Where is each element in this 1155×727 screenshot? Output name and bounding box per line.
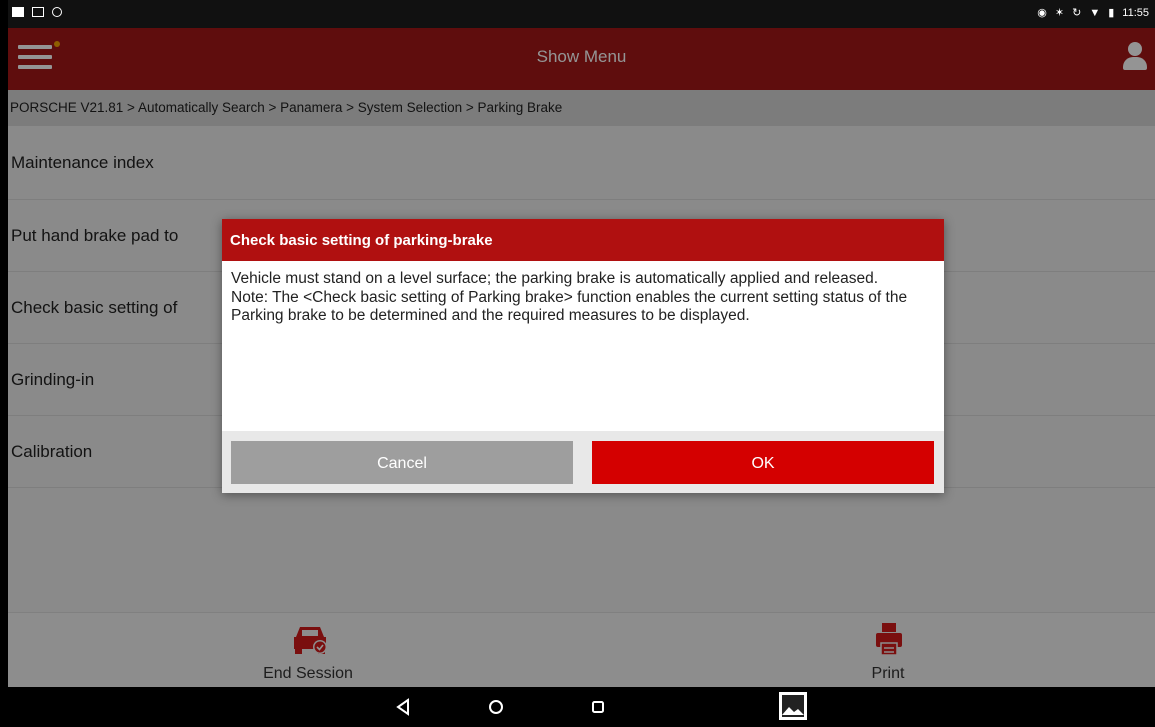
screen-icon [32,7,44,17]
dialog-message: Vehicle must stand on a level surface; t… [222,261,944,431]
bluetooth-icon: ✶ [1054,7,1065,19]
clock: 11:55 [1122,7,1149,19]
gallery-icon[interactable] [778,691,808,721]
location-icon: ◉ [1037,7,1047,19]
status-bar: ◉ ✶ ↻ ▼ ▮ 11:55 [8,0,1155,28]
recents-icon[interactable] [586,695,610,719]
status-notifications [12,7,62,17]
back-icon[interactable] [392,695,416,719]
dialog-paragraph-2: Note: The <Check basic setting of Parkin… [231,288,908,325]
confirm-dialog: Check basic setting of parking-brake Veh… [222,219,944,493]
status-indicators: ◉ ✶ ↻ ▼ ▮ 11:55 [1037,6,1149,20]
cancel-button[interactable]: Cancel [231,441,573,484]
wifi-icon: ▼ [1089,7,1101,19]
dialog-paragraph-1: Vehicle must stand on a level surface; t… [231,270,879,287]
system-nav-bar [8,687,1155,727]
usb-icon [52,7,62,17]
home-icon[interactable] [484,695,508,719]
battery-icon: ▮ [1108,7,1115,19]
notification-icon [12,7,24,17]
dialog-title: Check basic setting of parking-brake [222,219,944,261]
sync-icon: ↻ [1072,7,1082,19]
app-screen: ◉ ✶ ↻ ▼ ▮ 11:55 Show Menu PORSCHE V21.81… [8,0,1155,727]
dialog-actions: Cancel OK [222,431,944,493]
ok-button[interactable]: OK [592,441,934,484]
